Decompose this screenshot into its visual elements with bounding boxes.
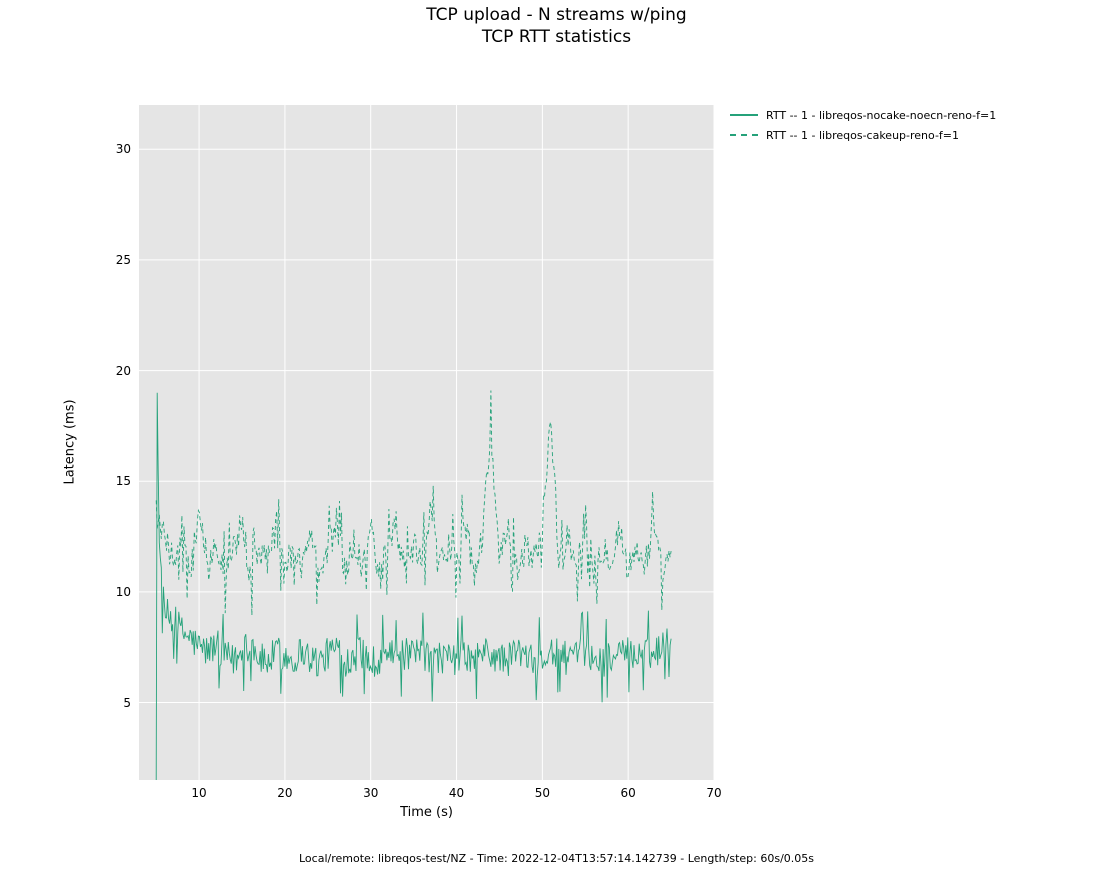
chart-title: TCP upload - N streams w/ping	[0, 5, 1113, 25]
chart-subtitle: TCP RTT statistics	[0, 27, 1113, 47]
legend-swatch-solid-icon	[730, 108, 758, 122]
x-tick: 20	[277, 786, 292, 800]
legend: RTT -- 1 - libreqos-nocake-noecn-reno-f=…	[730, 105, 996, 145]
y-tick: 20	[101, 364, 131, 378]
y-tick: 15	[101, 474, 131, 488]
x-axis-label: Time (s)	[139, 805, 714, 820]
legend-label: RTT -- 1 - libreqos-nocake-noecn-reno-f=…	[766, 109, 996, 122]
x-tick: 50	[535, 786, 550, 800]
x-tick: 70	[706, 786, 721, 800]
y-axis-label: Latency (ms)	[63, 399, 78, 484]
legend-label: RTT -- 1 - libreqos-cakeup-reno-f=1	[766, 129, 959, 142]
legend-item: RTT -- 1 - libreqos-nocake-noecn-reno-f=…	[730, 105, 996, 125]
legend-item: RTT -- 1 - libreqos-cakeup-reno-f=1	[730, 125, 996, 145]
legend-swatch-dashed-icon	[730, 128, 758, 142]
x-tick: 40	[449, 786, 464, 800]
y-tick: 25	[101, 253, 131, 267]
x-tick: 30	[363, 786, 378, 800]
series-line	[156, 393, 671, 780]
x-tick: 10	[191, 786, 206, 800]
y-tick: 5	[101, 696, 131, 710]
chart-footer: Local/remote: libreqos-test/NZ - Time: 2…	[0, 852, 1113, 865]
x-tick: 60	[621, 786, 636, 800]
y-tick: 10	[101, 585, 131, 599]
y-tick: 30	[101, 142, 131, 156]
chart-svg	[139, 105, 714, 780]
plot-area	[139, 105, 714, 780]
series-line	[156, 391, 671, 616]
